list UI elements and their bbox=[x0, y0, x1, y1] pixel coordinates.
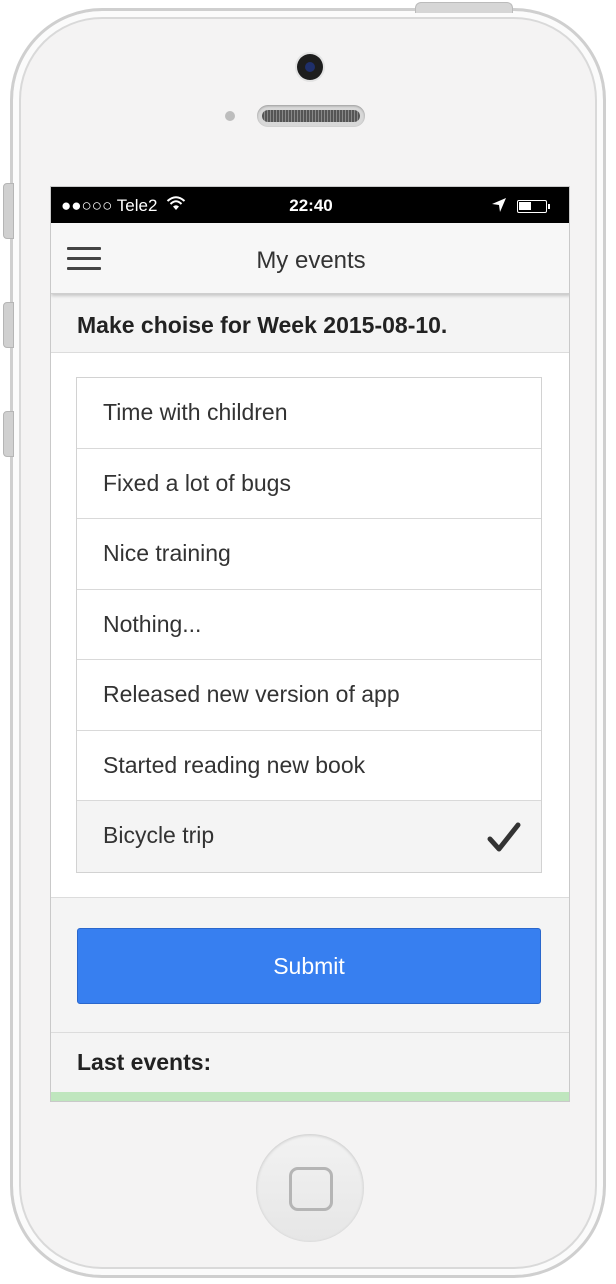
event-item[interactable]: Fixed a lot of bugs bbox=[77, 449, 541, 519]
nav-bar: My events bbox=[51, 223, 569, 294]
last-events-title: Last events: bbox=[77, 1049, 212, 1075]
event-list: Time with children Fixed a lot of bugs N… bbox=[76, 377, 542, 873]
event-label: Bicycle trip bbox=[103, 822, 215, 848]
event-label: Time with children bbox=[103, 399, 288, 425]
power-button bbox=[415, 2, 513, 13]
last-events-item-peek bbox=[51, 1092, 569, 1101]
event-label: Started reading new book bbox=[103, 751, 366, 778]
week-header: Make choise for Week 2015-08-10. bbox=[51, 293, 569, 353]
event-item[interactable]: Started reading new book bbox=[77, 731, 541, 801]
event-label: Nice training bbox=[103, 540, 231, 566]
event-item-selected[interactable]: Bicycle trip bbox=[77, 801, 541, 872]
home-button[interactable] bbox=[256, 1134, 364, 1242]
front-camera bbox=[297, 54, 323, 80]
volume-up-button bbox=[3, 302, 14, 348]
week-header-text: Make choise for Week 2015-08-10. bbox=[77, 312, 448, 338]
event-item[interactable]: Time with children bbox=[77, 378, 541, 449]
page-title: My events bbox=[256, 247, 366, 274]
submit-section: Submit bbox=[51, 897, 569, 1033]
event-label: Released new version of app bbox=[103, 681, 400, 707]
earpiece-speaker bbox=[257, 105, 365, 127]
event-label: Nothing... bbox=[103, 610, 202, 637]
event-item[interactable]: Nothing... bbox=[77, 590, 541, 660]
proximity-sensor bbox=[225, 111, 235, 121]
app-screen: ●●○○○ Tele2 22:40 My events Make choise … bbox=[50, 186, 570, 1102]
event-label: Fixed a lot of bugs bbox=[103, 469, 291, 496]
volume-down-button bbox=[3, 411, 14, 457]
status-bar: ●●○○○ Tele2 22:40 bbox=[51, 187, 569, 223]
event-item[interactable]: Nice training bbox=[77, 519, 541, 590]
last-events-header: Last events: bbox=[51, 1033, 569, 1093]
event-item[interactable]: Released new version of app bbox=[77, 660, 541, 731]
mute-switch bbox=[3, 183, 14, 239]
battery-icon bbox=[517, 200, 550, 213]
location-arrow-icon bbox=[492, 198, 506, 212]
submit-button[interactable]: Submit bbox=[77, 928, 541, 1004]
checkmark-icon bbox=[487, 822, 521, 852]
